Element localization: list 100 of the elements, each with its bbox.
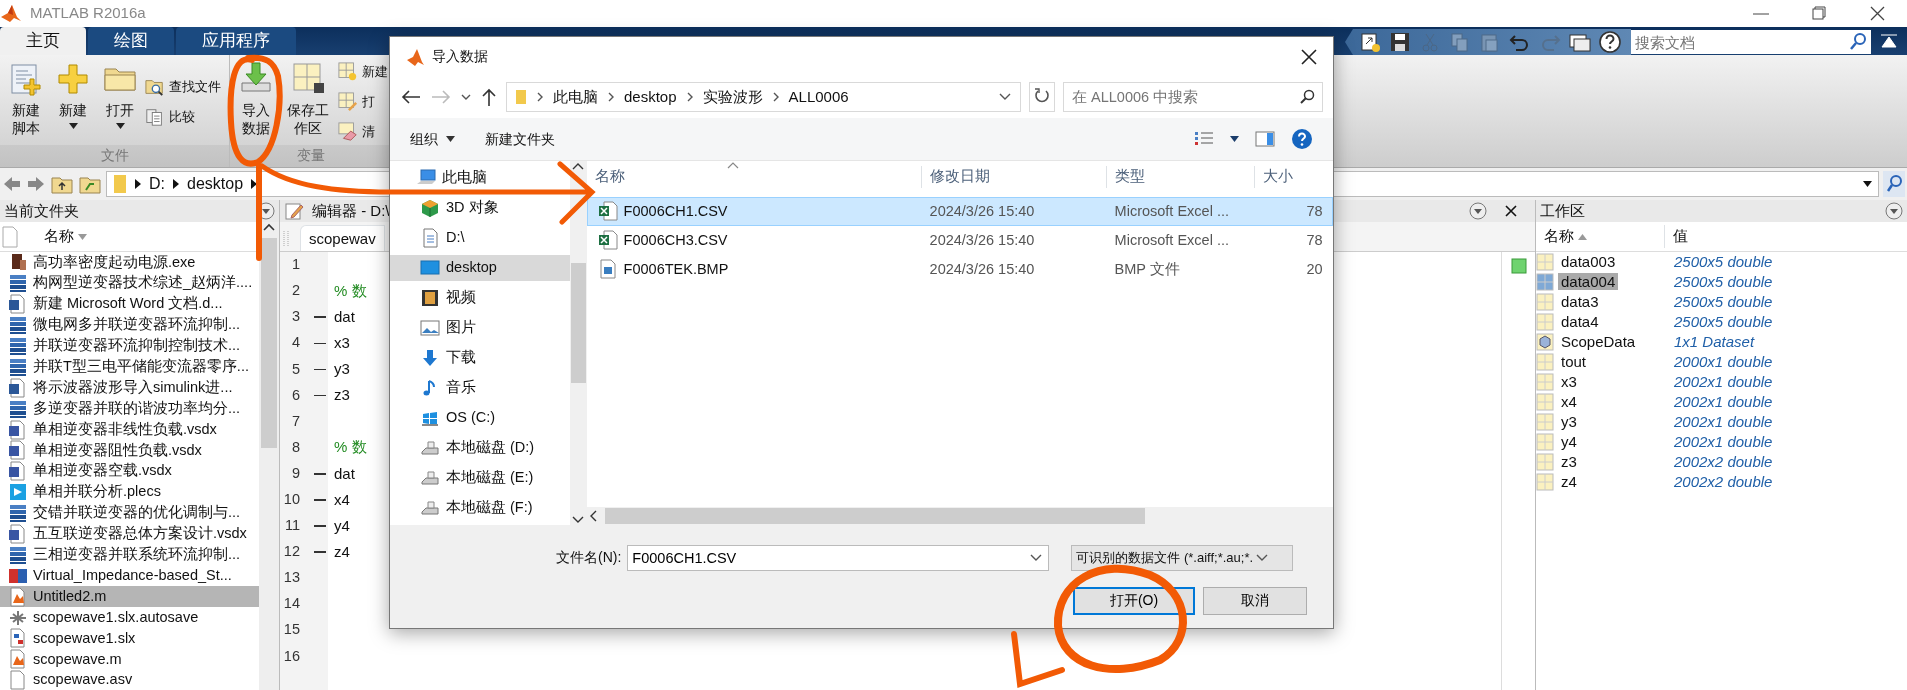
ribbon-button[interactable]: 打 bbox=[338, 89, 388, 115]
path-segment[interactable]: desktop bbox=[187, 172, 244, 196]
file-item[interactable]: scopewave1.slx bbox=[0, 628, 259, 649]
file-item[interactable]: scopewave.asv bbox=[0, 669, 259, 690]
variable-name[interactable]: data4 bbox=[1558, 312, 1602, 330]
variable-name[interactable]: z3 bbox=[1558, 452, 1580, 470]
variable-name[interactable]: data3 bbox=[1558, 292, 1602, 310]
variable-name[interactable]: y3 bbox=[1558, 412, 1580, 430]
toolbar-button[interactable]: 组织 bbox=[410, 128, 455, 150]
ribbon-button[interactable]: 查找文件 bbox=[145, 74, 221, 100]
file-item[interactable]: 构网型逆变器技术综述_赵炳洋.... bbox=[0, 272, 259, 294]
variable-name[interactable]: z4 bbox=[1558, 472, 1580, 490]
variable-name[interactable]: y4 bbox=[1558, 432, 1580, 450]
variable-value: 2002x1 double bbox=[1673, 431, 1773, 452]
line-number: 2 bbox=[290, 281, 301, 301]
ribbon-button[interactable]: 清 bbox=[338, 119, 388, 145]
column-header[interactable]: 名称 bbox=[1536, 225, 1664, 248]
nav-item[interactable]: 本地磁盘 (F:) bbox=[390, 494, 570, 521]
ribbon-button[interactable]: 新建 bbox=[338, 59, 388, 85]
column-header[interactable]: 名称 bbox=[586, 166, 921, 188]
nav-item[interactable]: 下载 bbox=[390, 344, 570, 371]
variable-value: 1x1 Dataset bbox=[1673, 331, 1755, 352]
file-item[interactable]: 高功率密度起动电源.exe bbox=[0, 252, 259, 273]
nav-item[interactable]: 3D 对象 bbox=[390, 194, 570, 221]
breadcrumb-item[interactable]: 实验波形 bbox=[702, 86, 763, 109]
file-item[interactable]: 单相逆变器空载.vsdx bbox=[0, 460, 259, 482]
dialog-button[interactable]: 取消 bbox=[1203, 586, 1307, 615]
ribbon-button[interactable]: 导入数据 bbox=[234, 59, 278, 145]
search-field[interactable]: 搜索文档 bbox=[1631, 30, 1871, 54]
editor-tab[interactable]: scopewav bbox=[300, 225, 385, 251]
toolbar-button[interactable]: 新建文件夹 bbox=[485, 128, 555, 150]
file-type-dropdown[interactable]: 可识别的数据文件 (*.aiff;*.au;*. bbox=[1071, 544, 1294, 571]
ribbon-tab[interactable]: 主页 bbox=[0, 27, 86, 55]
variable-value: 2000x1 double bbox=[1673, 351, 1773, 372]
file-item[interactable]: 微电网多并联逆变器环流抑制... bbox=[0, 314, 259, 336]
variable-name[interactable]: x4 bbox=[1558, 392, 1580, 410]
search-field[interactable]: 在 ALL0006 中搜索 bbox=[1063, 82, 1323, 113]
nav-item[interactable]: desktop bbox=[390, 254, 570, 281]
file-item[interactable]: Virtual_Impedance-based_St... bbox=[0, 565, 259, 587]
line-number: 15 bbox=[282, 620, 301, 640]
breadcrumb-item[interactable]: desktop bbox=[624, 86, 677, 109]
breadcrumb-item[interactable]: 此电脑 bbox=[553, 86, 598, 109]
variable-value: 2002x1 double bbox=[1673, 391, 1773, 412]
file-size: 20 bbox=[1305, 259, 1323, 279]
ribbon-button[interactable]: 新建 bbox=[51, 59, 95, 145]
nav-item[interactable]: 音乐 bbox=[390, 374, 570, 401]
file-item[interactable]: 新建 Microsoft Word 文档.d... bbox=[0, 293, 259, 315]
line-number: 10 bbox=[282, 490, 301, 509]
breadcrumb-item[interactable]: ALL0006 bbox=[788, 86, 849, 109]
file-item[interactable]: 五互联逆变器总体方案设计.vsdx bbox=[0, 523, 259, 545]
nav-item[interactable]: 图片 bbox=[390, 314, 570, 341]
line-number: 14 bbox=[282, 594, 301, 614]
ribbon-tab[interactable]: 绘图 bbox=[88, 27, 174, 55]
ribbon-button[interactable]: 新建脚本 bbox=[4, 59, 48, 145]
code-comment: % 数 bbox=[333, 437, 367, 458]
file-item[interactable]: 三相逆变器并联系统环流抑制... bbox=[0, 544, 259, 566]
line-number: 16 bbox=[282, 646, 301, 666]
column-header[interactable]: 值 bbox=[1664, 225, 1792, 248]
file-item[interactable]: scopewave.m bbox=[0, 648, 259, 670]
ribbon-button[interactable]: 打开 bbox=[98, 59, 142, 145]
variable-name[interactable]: tout bbox=[1558, 352, 1590, 370]
nav-item[interactable]: 视频 bbox=[390, 284, 570, 311]
file-row[interactable]: F0006TEK.BMP 2024/3/26 15:40 BMP 文件 20 bbox=[586, 254, 1333, 284]
file-item[interactable]: 单相并联分析.plecs bbox=[0, 481, 259, 503]
file-item[interactable]: 并联逆变器环流抑制控制技术... bbox=[0, 335, 259, 357]
file-item[interactable]: 多逆变器并联的谐波功率均分... bbox=[0, 398, 259, 420]
ribbon-tab[interactable]: 应用程序 bbox=[176, 27, 296, 55]
variable-name[interactable]: data003 bbox=[1558, 252, 1619, 270]
ribbon-button[interactable]: 保存工作区 bbox=[286, 59, 330, 145]
filename-field[interactable]: F0006CH1.CSV bbox=[627, 544, 1050, 571]
file-row[interactable]: F0006CH3.CSV 2024/3/26 15:40 Microsoft Excel ... 78 bbox=[586, 225, 1333, 255]
column-header[interactable]: 大小 bbox=[1253, 166, 1322, 188]
file-item[interactable]: 单相逆变器非线性负载.vsdx bbox=[0, 419, 259, 440]
code-line: x4 bbox=[333, 489, 350, 510]
variable-value: 2500x5 double bbox=[1673, 271, 1773, 292]
column-header[interactable]: 修改日期 bbox=[920, 166, 1106, 188]
column-header[interactable]: 名称 bbox=[44, 225, 87, 248]
nav-item[interactable]: OS (C:) bbox=[390, 404, 570, 431]
file-item[interactable]: 将示波器波形导入simulink进... bbox=[0, 377, 259, 399]
dialog-button[interactable]: 打开(O) bbox=[1073, 586, 1195, 615]
nav-item[interactable]: 本地磁盘 (D:) bbox=[390, 434, 570, 461]
file-item[interactable]: 交错并联逆变器的优化调制与... bbox=[0, 502, 259, 524]
nav-item[interactable]: 此电脑 bbox=[390, 164, 570, 191]
path-segment[interactable]: D: bbox=[149, 172, 165, 196]
variable-name[interactable]: ScopeData bbox=[1558, 332, 1639, 350]
file-size: 78 bbox=[1305, 201, 1323, 221]
column-header[interactable]: 类型 bbox=[1105, 166, 1254, 188]
variable-name[interactable]: data004 bbox=[1558, 272, 1619, 290]
group-label: 文件 bbox=[0, 145, 229, 167]
ribbon-button[interactable]: 比较 bbox=[145, 104, 221, 130]
variable-name[interactable]: x3 bbox=[1558, 372, 1580, 390]
file-item[interactable]: scopewave1.slx.autosave bbox=[0, 607, 259, 629]
file-item[interactable]: 并联T型三电平储能变流器零序... bbox=[0, 356, 259, 378]
breadcrumb-bar[interactable]: 此电脑 desktop 实验波形 ALL0006 bbox=[506, 82, 1021, 113]
file-item[interactable]: 单相逆变器阻性负载.vsdx bbox=[0, 440, 259, 461]
file-item[interactable]: Untitled2.m bbox=[0, 586, 259, 608]
nav-item[interactable]: D:\ bbox=[390, 224, 570, 251]
file-row[interactable]: F0006CH1.CSV 2024/3/26 15:40 Microsoft Excel ... 78 bbox=[586, 196, 1333, 226]
code-line: y3 bbox=[333, 359, 350, 380]
nav-item[interactable]: 本地磁盘 (E:) bbox=[390, 464, 570, 491]
